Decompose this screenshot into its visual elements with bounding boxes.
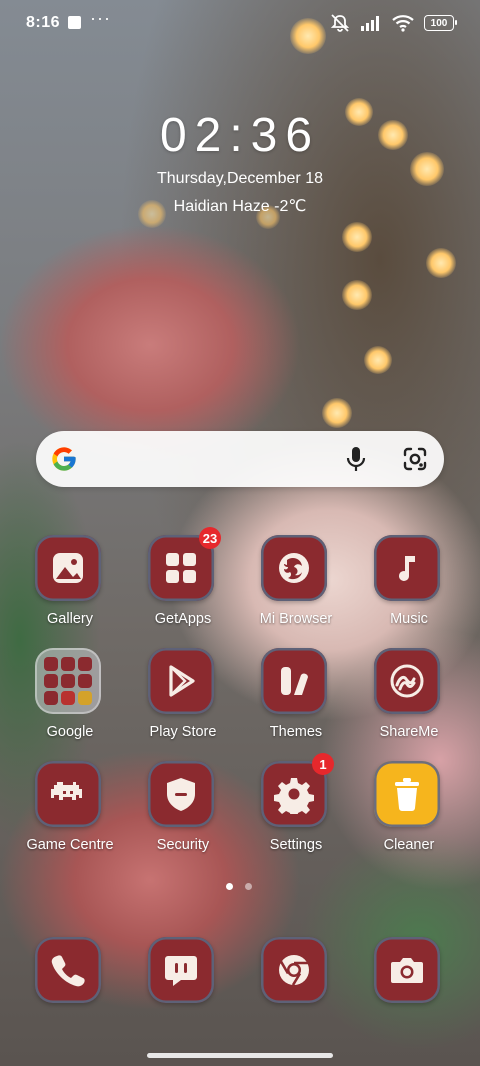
- page-indicator[interactable]: [226, 883, 252, 890]
- app-label: Themes: [269, 724, 323, 740]
- voice-search-icon[interactable]: [344, 445, 368, 473]
- chrome-icon: [261, 937, 327, 1003]
- play-store-icon: [148, 648, 214, 714]
- messages-icon: [148, 937, 214, 1003]
- mute-bell-icon: [330, 14, 350, 32]
- phone-icon: [35, 937, 101, 1003]
- app-label: Settings: [269, 837, 323, 853]
- wifi-icon: [392, 15, 414, 32]
- app-getapps[interactable]: 23 GetApps: [127, 527, 239, 643]
- app-label: Google: [46, 724, 94, 740]
- app-label: Game Centre: [26, 837, 114, 853]
- notification-badge: 23: [199, 527, 221, 549]
- app-mi-browser[interactable]: Mi Browser: [240, 535, 352, 643]
- wallpaper-light: [342, 222, 372, 252]
- app-cleaner[interactable]: Cleaner: [353, 761, 465, 869]
- google-g-icon: [52, 447, 76, 471]
- app-shareme[interactable]: ShareMe: [353, 648, 465, 756]
- app-label: Security: [156, 837, 210, 853]
- status-bar: 8:16 ··· 100: [0, 0, 480, 46]
- wallpaper-light: [342, 280, 372, 310]
- app-music[interactable]: Music: [353, 535, 465, 643]
- cleaner-icon: [374, 761, 440, 827]
- themes-icon: [261, 648, 327, 714]
- shareme-icon: [374, 648, 440, 714]
- app-label: Gallery: [47, 611, 93, 627]
- app-folder-google[interactable]: Google: [14, 648, 126, 756]
- app-themes[interactable]: Themes: [240, 648, 352, 756]
- app-label: Play Store: [149, 724, 217, 740]
- weather-info[interactable]: Haidian Haze -2℃: [0, 196, 480, 216]
- dock-chrome[interactable]: [240, 937, 352, 1045]
- browser-icon: [261, 535, 327, 601]
- app-game-centre[interactable]: Game Centre: [14, 761, 126, 869]
- clock-widget-date[interactable]: Thursday,December 18: [0, 170, 480, 188]
- gesture-home-bar[interactable]: [147, 1053, 333, 1058]
- dock-phone[interactable]: [14, 937, 126, 1045]
- app-label: GetApps: [154, 611, 212, 627]
- status-time: 8:16: [26, 14, 61, 31]
- app-security[interactable]: Security: [127, 761, 239, 869]
- notification-icon: [68, 16, 81, 29]
- app-label: Mi Browser: [259, 611, 333, 627]
- battery-icon: 100: [424, 15, 457, 31]
- security-icon: [148, 761, 214, 827]
- wallpaper-light: [426, 248, 456, 278]
- google-lens-icon[interactable]: [402, 446, 428, 472]
- game-centre-icon: [35, 761, 101, 827]
- music-icon: [374, 535, 440, 601]
- app-play-store[interactable]: Play Store: [127, 648, 239, 756]
- google-search-bar[interactable]: [36, 431, 444, 487]
- more-notifications-icon: ···: [90, 8, 111, 28]
- app-gallery[interactable]: Gallery: [14, 535, 126, 643]
- clock-widget-time[interactable]: 02:36: [0, 108, 480, 163]
- wallpaper-light: [322, 398, 352, 428]
- camera-icon: [374, 937, 440, 1003]
- dock-messages[interactable]: [127, 937, 239, 1045]
- google-folder-icon: [35, 648, 101, 714]
- page-dot[interactable]: [245, 883, 252, 890]
- gallery-icon: [35, 535, 101, 601]
- app-settings[interactable]: 1 Settings: [240, 753, 352, 869]
- app-label: ShareMe: [379, 724, 439, 740]
- wallpaper-light: [364, 346, 392, 374]
- page-dot-active[interactable]: [226, 883, 233, 890]
- signal-icon: [361, 16, 379, 31]
- notification-badge: 1: [312, 753, 334, 775]
- app-label: Music: [390, 611, 428, 627]
- dock-camera[interactable]: [353, 937, 465, 1045]
- app-label: Cleaner: [383, 837, 435, 853]
